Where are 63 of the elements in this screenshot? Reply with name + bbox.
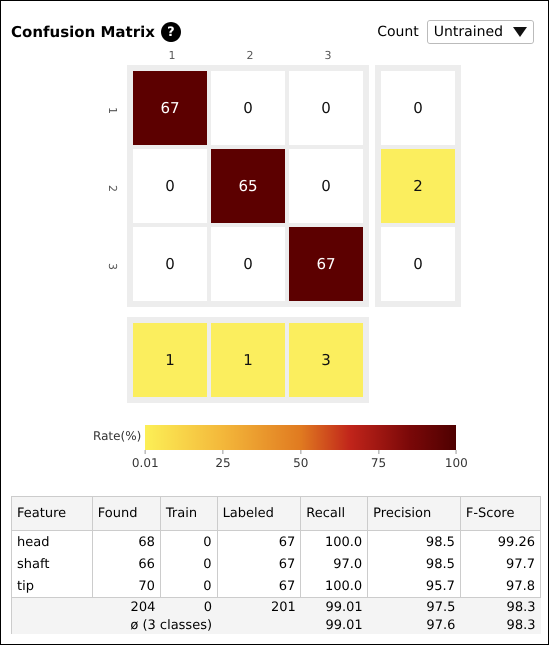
total-cell: 2 <box>381 149 455 223</box>
colorbar-tick: 25 <box>215 456 231 470</box>
total-value: 98.3 <box>460 598 540 616</box>
panel-title: Confusion Matrix <box>11 23 155 41</box>
row-label: 2 <box>106 184 118 192</box>
matrix-cell: 0 <box>211 71 285 145</box>
matrix-cell: 0 <box>211 227 285 301</box>
total-value: 0 <box>160 598 218 616</box>
colorbar-label: Rate(%) <box>93 429 142 443</box>
column-header[interactable]: Feature <box>12 496 92 530</box>
table-cell: 98.5 <box>368 530 460 553</box>
total-cell: 0 <box>381 227 455 301</box>
column-header[interactable]: Labeled <box>217 496 301 530</box>
table-cell: 100.0 <box>300 530 368 553</box>
table-cell: 67 <box>217 553 301 575</box>
column-header[interactable]: Found <box>92 496 160 530</box>
count-label: Count <box>377 24 419 40</box>
caret-icon <box>513 27 527 37</box>
total-value: 99.01 <box>300 598 368 616</box>
colorbar-tick: 50 <box>293 456 308 470</box>
total-cell: 1 <box>211 323 285 397</box>
column-header[interactable]: F-Score <box>460 496 540 530</box>
total-value: 204 <box>92 598 160 616</box>
model-dropdown[interactable]: Untrained <box>426 20 534 44</box>
average-value: 97.6 <box>368 616 460 634</box>
total-value: 201 <box>217 598 301 616</box>
matrix-cell: 67 <box>289 227 363 301</box>
average-label: ø (3 classes) <box>130 618 212 632</box>
total-cell: 0 <box>381 71 455 145</box>
table-cell: head <box>12 530 92 553</box>
table-cell: 67 <box>217 530 301 553</box>
matrix-cell: 0 <box>133 149 207 223</box>
column-header[interactable]: Train <box>160 496 218 530</box>
column-header[interactable]: Precision <box>368 496 460 530</box>
total-cell: 3 <box>289 323 363 397</box>
table-cell: 66 <box>92 553 160 575</box>
matrix-cell: 67 <box>133 71 207 145</box>
column-label: 3 <box>324 49 332 64</box>
column-header[interactable]: Recall <box>300 496 368 530</box>
column-label: 1 <box>168 49 176 64</box>
matrix-cell: 65 <box>211 149 285 223</box>
row-label: 3 <box>106 262 118 270</box>
colorbar-tick: 75 <box>370 456 386 470</box>
colorbar-tick: 100 <box>444 456 468 470</box>
total-value: 97.5 <box>368 598 460 616</box>
table-cell: 68 <box>92 530 160 553</box>
table-cell: 97.0 <box>300 553 368 575</box>
matrix-cell: 0 <box>289 71 363 145</box>
table-cell: 0 <box>160 553 218 575</box>
column-label: 2 <box>246 49 254 64</box>
help-icon[interactable]: ? <box>160 22 181 42</box>
matrix-cell: 0 <box>289 149 363 223</box>
table-cell: shaft <box>12 553 92 575</box>
row-label: 1 <box>106 106 118 114</box>
matrix-cell: 0 <box>133 227 207 301</box>
table-cell: 0 <box>160 530 218 553</box>
table-cell: 98.5 <box>368 553 460 575</box>
table-cell: 97.7 <box>460 553 540 575</box>
average-value: 99.01 <box>300 616 368 634</box>
average-value: 98.3 <box>460 616 540 634</box>
total-cell: 1 <box>133 323 207 397</box>
colorbar-tick: 0.01 <box>132 456 159 470</box>
table-cell: 99.26 <box>460 530 540 553</box>
